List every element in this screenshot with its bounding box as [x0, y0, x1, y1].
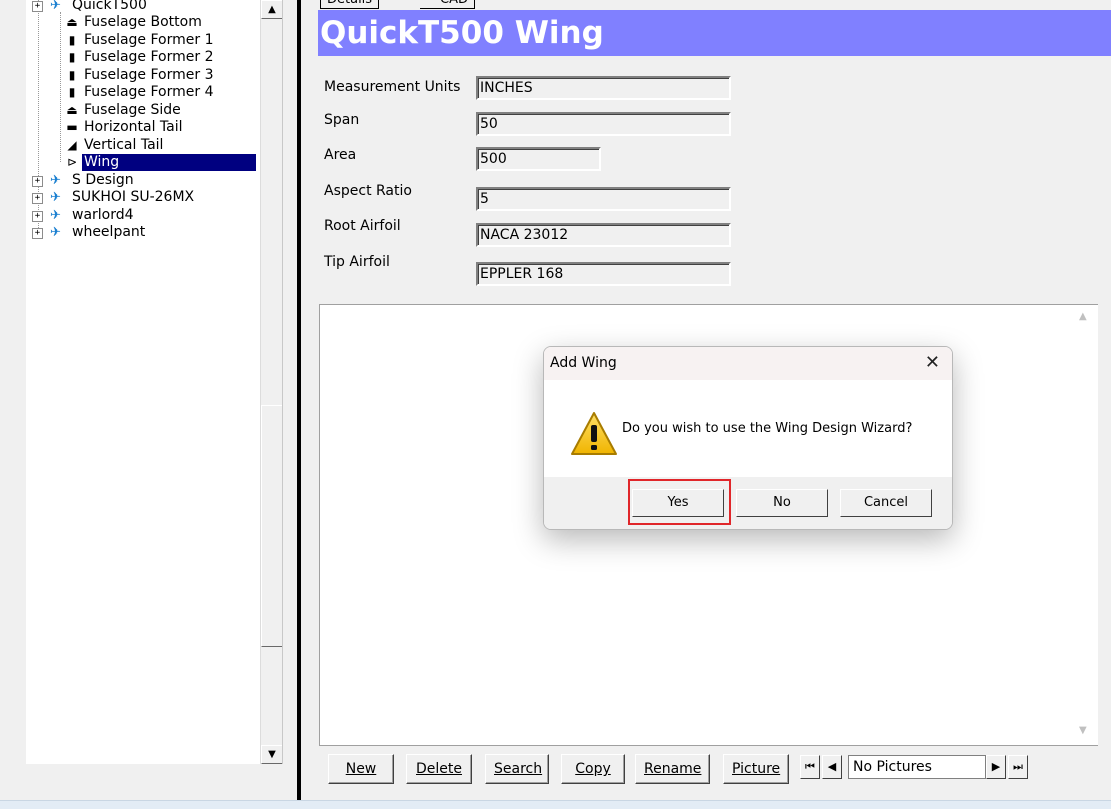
- search-button-label: Search: [494, 761, 543, 777]
- new-button-label: New: [345, 761, 377, 777]
- former-icon: ▮: [68, 33, 76, 47]
- expand-icon[interactable]: +: [32, 193, 43, 204]
- plane-icon: ✈: [50, 0, 61, 13]
- previous-picture-icon[interactable]: ◀: [822, 755, 842, 779]
- rename-button[interactable]: Rename: [635, 754, 710, 784]
- no-button[interactable]: No: [736, 489, 828, 517]
- expand-icon[interactable]: +: [32, 176, 43, 187]
- root-airfoil-field[interactable]: NACA 23012: [476, 223, 731, 247]
- picture-button[interactable]: Picture: [723, 754, 789, 784]
- area-field[interactable]: 500: [476, 147, 601, 171]
- wing-icon: ⊳: [66, 155, 78, 169]
- first-picture-icon[interactable]: ⏮: [800, 755, 820, 779]
- copy-button[interactable]: Copy: [561, 754, 625, 784]
- tree-item-label: QuickT500: [72, 0, 147, 13]
- cancel-button[interactable]: Cancel: [840, 489, 932, 517]
- close-icon[interactable]: ✕: [925, 352, 940, 373]
- tab-cad[interactable]: CAD: [420, 0, 475, 9]
- delete-button-label: Delete: [416, 761, 462, 777]
- tree-item-label: Wing: [82, 154, 256, 171]
- tree-item-label: Fuselage Side: [84, 102, 181, 118]
- area-label: Area: [324, 147, 357, 163]
- picture-scrollbar[interactable]: ▲ ▼: [1074, 305, 1094, 743]
- tree-item-fuselage-former-1[interactable]: ▮ Fuselage Former 1: [62, 32, 215, 49]
- picture-button-label: Picture: [732, 761, 781, 777]
- horizontal-tail-icon: ▬: [66, 120, 78, 134]
- tip-airfoil-field[interactable]: EPPLER 168: [476, 262, 731, 286]
- add-wing-dialog: Add Wing ✕ Do you wish to use the Wing D…: [543, 346, 953, 530]
- copy-button-label: Copy: [575, 761, 611, 777]
- tree-item-label: Fuselage Bottom: [84, 14, 202, 30]
- tree-item-fuselage-former-4[interactable]: ▮ Fuselage Former 4: [62, 84, 215, 101]
- vertical-tail-icon: ◢: [67, 138, 77, 152]
- delete-button[interactable]: Delete: [406, 754, 472, 784]
- scroll-thumb[interactable]: [261, 405, 282, 647]
- warning-icon: [571, 412, 617, 455]
- fuselage-icon: ⏏: [66, 15, 78, 29]
- scroll-down-button[interactable]: ▼: [261, 745, 282, 764]
- tree-item-label: Horizontal Tail: [84, 119, 183, 135]
- tree-item-label: wheelpant: [72, 224, 146, 240]
- plane-icon: ✈: [50, 225, 61, 240]
- expand-icon[interactable]: +: [32, 228, 43, 239]
- dialog-title: Add Wing: [550, 355, 617, 371]
- measurement-units-field[interactable]: INCHES: [476, 76, 731, 100]
- dialog-message: Do you wish to use the Wing Design Wizar…: [622, 421, 913, 436]
- tree-item-label: SUKHOI SU-26MX: [72, 189, 195, 205]
- plane-icon: ✈: [50, 173, 61, 188]
- tree-item-label: Fuselage Former 2: [84, 49, 214, 65]
- dialog-titlebar[interactable]: Add Wing ✕: [544, 347, 952, 380]
- aspect-ratio-field[interactable]: 5: [476, 187, 731, 211]
- measurement-units-label: Measurement Units: [324, 79, 461, 95]
- tree-scrollbar[interactable]: ▲ ▼: [260, 0, 282, 764]
- tree-line: [60, 12, 61, 162]
- plane-icon: ✈: [50, 190, 61, 205]
- rename-button-label: Rename: [644, 761, 702, 777]
- expand-icon[interactable]: +: [32, 211, 43, 222]
- plane-icon: ✈: [50, 208, 61, 223]
- tree-item-horizontal-tail[interactable]: ▬ Horizontal Tail: [62, 119, 185, 136]
- tree-item-fuselage-former-3[interactable]: ▮ Fuselage Former 3: [62, 67, 215, 84]
- expand-icon[interactable]: +: [32, 1, 43, 12]
- tree-item-fuselage-bottom[interactable]: ⏏ Fuselage Bottom: [62, 14, 204, 31]
- scroll-down-icon[interactable]: ▼: [1079, 725, 1087, 736]
- tree-item-vertical-tail[interactable]: ◢ Vertical Tail: [62, 137, 165, 154]
- tree-item-wing[interactable]: ⊳ Wing: [62, 154, 282, 171]
- tree-item-label: Fuselage Former 1: [84, 32, 214, 48]
- tree-item-label: Fuselage Former 4: [84, 84, 214, 100]
- fuselage-icon: ⏏: [66, 103, 78, 117]
- former-icon: ▮: [68, 68, 76, 82]
- dialog-footer: Yes No Cancel: [544, 477, 952, 529]
- span-label: Span: [324, 112, 360, 128]
- former-icon: ▮: [68, 50, 76, 64]
- tip-airfoil-label: Tip Airfoil: [324, 254, 390, 270]
- yes-button[interactable]: Yes: [632, 489, 724, 517]
- new-button[interactable]: New: [328, 754, 394, 784]
- last-picture-icon[interactable]: ⏭: [1008, 755, 1028, 779]
- tree-panel: + ✈ QuickT500 ⏏ Fuselage Bottom ▮ Fuselage…: [0, 0, 297, 800]
- root-airfoil-label: Root Airfoil: [324, 218, 401, 234]
- scroll-up-button[interactable]: ▲: [261, 0, 282, 19]
- page-title: QuickT500 Wing: [318, 10, 1111, 56]
- scroll-up-icon[interactable]: ▲: [1079, 311, 1087, 322]
- tab-details[interactable]: Details: [320, 0, 380, 9]
- aspect-ratio-label: Aspect Ratio: [324, 183, 412, 199]
- tree-item-label: warlord4: [72, 207, 134, 223]
- panel-splitter[interactable]: [297, 0, 301, 804]
- project-tree[interactable]: + ✈ QuickT500 ⏏ Fuselage Bottom ▮ Fuselage…: [26, 0, 283, 764]
- pictures-status: No Pictures: [848, 755, 986, 779]
- former-icon: ▮: [68, 85, 76, 99]
- tree-item-fuselage-side[interactable]: ⏏ Fuselage Side: [62, 102, 183, 119]
- search-button[interactable]: Search: [485, 754, 549, 784]
- tree-item-label: Vertical Tail: [84, 137, 164, 153]
- next-picture-icon[interactable]: ▶: [986, 755, 1006, 779]
- tree-item-fuselage-former-2[interactable]: ▮ Fuselage Former 2: [62, 49, 215, 66]
- span-field[interactable]: 50: [476, 112, 731, 136]
- tree-item-label: S Design: [72, 172, 134, 188]
- tree-item-label: Fuselage Former 3: [84, 67, 214, 83]
